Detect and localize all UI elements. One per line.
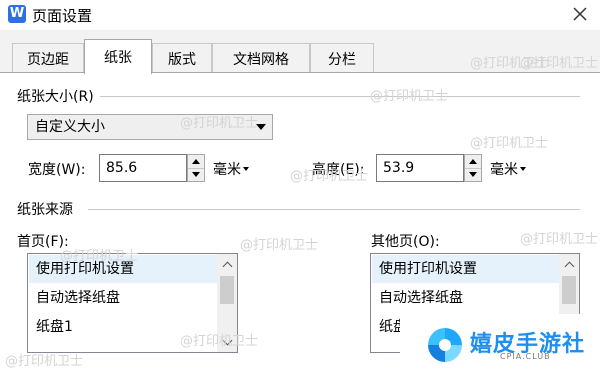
height-spinner: [464, 154, 482, 182]
close-button[interactable]: [568, 2, 592, 26]
height-label: 高度(E):: [312, 162, 365, 178]
window-title: 页面设置: [32, 7, 93, 25]
caret-down-icon: [520, 167, 526, 171]
list-item[interactable]: 使用打印机设置: [372, 255, 560, 283]
scroll-thumb[interactable]: [562, 276, 576, 304]
scroll-up-button[interactable]: [559, 254, 579, 274]
first-page-listbox[interactable]: 使用打印机设置 自动选择纸盘 纸盘1: [27, 253, 238, 353]
width-decrement-button[interactable]: [188, 168, 204, 181]
first-page-label: 首页(F):: [17, 234, 69, 250]
group-divider: [100, 96, 580, 97]
height-unit-dropdown[interactable]: 毫米: [490, 159, 526, 179]
tab-label: 分栏: [328, 51, 356, 68]
width-increment-button[interactable]: [188, 155, 204, 169]
width-input[interactable]: 85.6: [99, 154, 187, 182]
close-icon: [573, 7, 587, 21]
down-arrow-icon: [192, 172, 200, 177]
caret-down-icon: [243, 167, 249, 171]
paper-source-group-title: 纸张来源: [17, 199, 77, 219]
tab-document-grid[interactable]: 文档网格: [212, 43, 310, 73]
brand-watermark: 嬉皮手游社 CPIA.CLUB: [400, 314, 600, 369]
tab-label: 纸张: [104, 50, 132, 66]
chevron-down-icon: [222, 335, 232, 345]
tab-bar: 页边距 纸张 版式 文档网格 分栏: [0, 37, 600, 74]
tab-columns[interactable]: 分栏: [310, 43, 374, 73]
brand-logo-icon: [428, 328, 462, 362]
scroll-down-button[interactable]: [217, 332, 237, 352]
up-arrow-icon: [469, 159, 477, 164]
dropdown-arrow-icon: [256, 124, 266, 130]
width-label: 宽度(W):: [28, 162, 86, 178]
tab-label: 版式: [168, 51, 196, 68]
paper-size-selected: 自定义大小: [35, 119, 105, 135]
tab-paper[interactable]: 纸张: [84, 39, 152, 74]
chevron-up-icon: [564, 261, 574, 271]
tab-margins[interactable]: 页边距: [12, 43, 84, 73]
tab-layout[interactable]: 版式: [152, 43, 212, 73]
list-item[interactable]: 自动选择纸盘: [29, 284, 218, 312]
height-decrement-button[interactable]: [465, 168, 481, 181]
scroll-thumb[interactable]: [220, 276, 234, 304]
width-spinner: [187, 154, 205, 182]
height-input[interactable]: 53.9: [376, 154, 464, 182]
other-pages-label: 其他页(O):: [371, 234, 440, 250]
paper-size-group-title: 纸张大小(R): [17, 86, 98, 106]
title-bar: W 页面设置: [0, 0, 600, 30]
brand-subtitle: CPIA.CLUB: [500, 352, 551, 361]
tab-label: 页边距: [27, 51, 69, 68]
width-unit-label: 毫米: [213, 162, 241, 178]
scrollbar[interactable]: [217, 254, 237, 352]
wps-logo-icon: W: [8, 5, 26, 23]
list-item[interactable]: 使用打印机设置: [29, 255, 218, 283]
chevron-up-icon: [222, 261, 232, 271]
width-unit-dropdown[interactable]: 毫米: [213, 159, 249, 179]
tab-label: 文档网格: [233, 51, 289, 68]
height-unit-label: 毫米: [490, 162, 518, 178]
up-arrow-icon: [192, 159, 200, 164]
list-item[interactable]: 纸盘1: [29, 313, 218, 341]
paper-size-select[interactable]: 自定义大小: [27, 114, 273, 140]
group-divider: [88, 209, 580, 210]
height-increment-button[interactable]: [465, 155, 481, 169]
down-arrow-icon: [469, 172, 477, 177]
scroll-up-button[interactable]: [217, 254, 237, 274]
list-item[interactable]: 自动选择纸盘: [372, 284, 560, 312]
